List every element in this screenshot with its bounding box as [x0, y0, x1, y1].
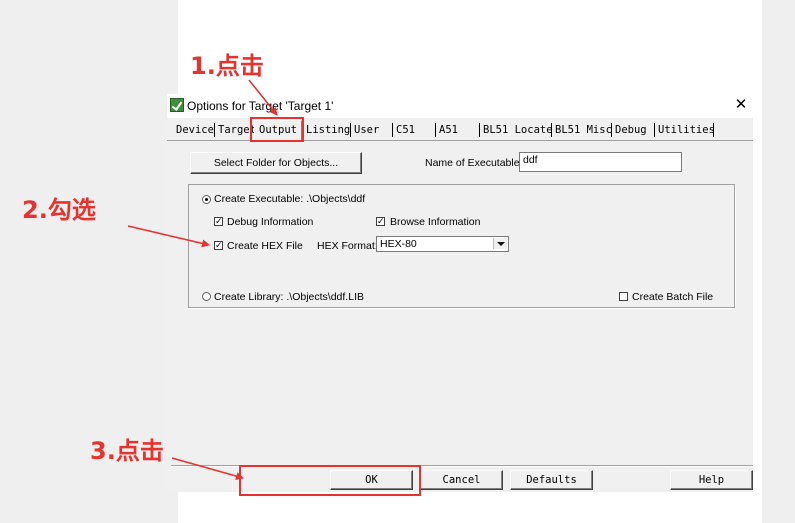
- annotation-arrows: [127, 79, 278, 480]
- arrow-to-ok-button: [171, 457, 244, 480]
- arrow-to-output-tab: [248, 79, 278, 116]
- arrow-to-hex-checkbox: [127, 225, 210, 248]
